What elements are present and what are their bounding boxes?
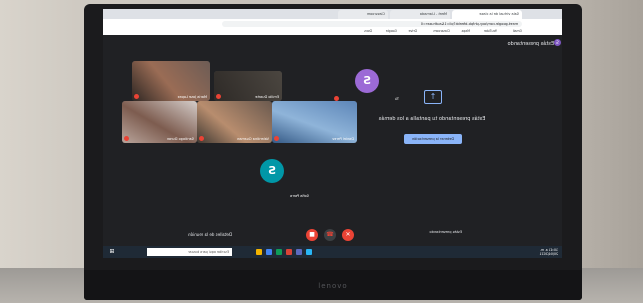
bookmark-item[interactable]: Docs	[364, 29, 372, 33]
presenting-message: Estás presentando tu pantalla a los demá…	[378, 116, 486, 122]
participant-name: Santiago Duran	[166, 137, 194, 141]
meet-stage: S Estás presentando ↑ Estás presentando …	[103, 35, 562, 225]
hangup-icon[interactable]: ☎	[324, 229, 336, 241]
participant-tile[interactable]: S Tú	[332, 63, 402, 103]
presenter-avatar: S	[554, 39, 561, 46]
participant-name: Maria Jose Lopez	[177, 95, 207, 99]
browser-address-bar: meet.google.com/oxy-phfpb-bfeebk?pli=1&a…	[103, 19, 562, 28]
browser-tab-bar: Sala virtual de la clase Meet - Llamada …	[103, 9, 562, 19]
meeting-details-button[interactable]: Detalles de la reunión	[188, 232, 232, 237]
windows-start-icon[interactable]: ⊞	[108, 248, 116, 256]
participant-tile[interactable]: Maria Jose Lopez	[132, 61, 210, 101]
app-icon[interactable]	[276, 249, 282, 255]
browser-tab[interactable]: Sala virtual de la clase	[452, 10, 522, 19]
muted-mic-icon	[274, 136, 279, 141]
laptop-brand: lenovo	[318, 282, 348, 290]
chrome-icon[interactable]	[266, 249, 272, 255]
present-now-label[interactable]: Estás presentando	[429, 230, 462, 234]
url-field[interactable]: meet.google.com/oxy-phfpb-bfeebk?pli=1&a…	[222, 20, 522, 27]
participant-tile[interactable]: Daniel Perez	[272, 101, 357, 143]
bookmark-item[interactable]: Maps	[462, 29, 470, 33]
bookmark-item[interactable]: Classroom	[433, 29, 450, 33]
taskbar-clock: 10:41 a. m. 20/04/2021	[540, 248, 558, 256]
participant-avatar: S	[355, 69, 379, 93]
participant-tile[interactable]: S Sofia Parra	[232, 145, 312, 200]
participant-tile[interactable]: Santiago Duran	[122, 101, 197, 143]
participant-name: Emilio Duarte	[255, 95, 279, 99]
bookmark-item[interactable]: YouTube	[484, 29, 497, 33]
muted-mic-icon	[124, 136, 129, 141]
laptop-bezel: lenovo	[84, 270, 582, 300]
participant-tile[interactable]: Emilio Duarte	[214, 71, 282, 101]
taskbar-search-input[interactable]: Escribe aquí para buscar	[147, 248, 232, 256]
browser-tab[interactable]: Meet - Llamada	[390, 10, 450, 19]
participant-avatar: S	[260, 159, 284, 183]
muted-mic-icon	[216, 94, 221, 99]
participant-name: Sofia Parra	[290, 194, 309, 198]
bookmark-item[interactable]: Google	[386, 29, 397, 33]
bookmark-item[interactable]: Drive	[409, 29, 418, 33]
presenting-label: Estás presentando	[507, 41, 554, 47]
meet-controls-bar: Detalles de la reunión ✕ ☎ ■ Estás prese…	[103, 225, 562, 246]
participant-name: Tú	[395, 97, 399, 101]
muted-mic-icon	[199, 136, 204, 141]
app-icon[interactable]	[296, 249, 302, 255]
muted-mic-icon	[134, 94, 139, 99]
participant-name: Valentina Guzman	[237, 137, 269, 141]
present-screen-icon: ↑	[424, 90, 442, 104]
app-icon[interactable]	[306, 249, 312, 255]
participant-name: Daniel Perez	[332, 137, 354, 141]
stop-presenting-button[interactable]: Detener la presentación	[404, 134, 462, 144]
participant-tile[interactable]: Valentina Guzman	[197, 101, 272, 143]
file-explorer-icon[interactable]	[256, 249, 262, 255]
windows-taskbar: ⊞ Escribe aquí para buscar 10:41 a. m. 2…	[103, 246, 562, 258]
clock-date: 20/04/2021	[539, 252, 558, 256]
laptop-screen: Sala virtual de la clase Meet - Llamada …	[103, 9, 562, 258]
app-icon[interactable]	[286, 249, 292, 255]
camera-off-icon[interactable]: ■	[306, 229, 318, 241]
browser-tab[interactable]: Classroom	[338, 10, 388, 19]
mic-off-icon[interactable]: ✕	[342, 229, 354, 241]
bookmark-item[interactable]: Gmail	[513, 29, 522, 33]
